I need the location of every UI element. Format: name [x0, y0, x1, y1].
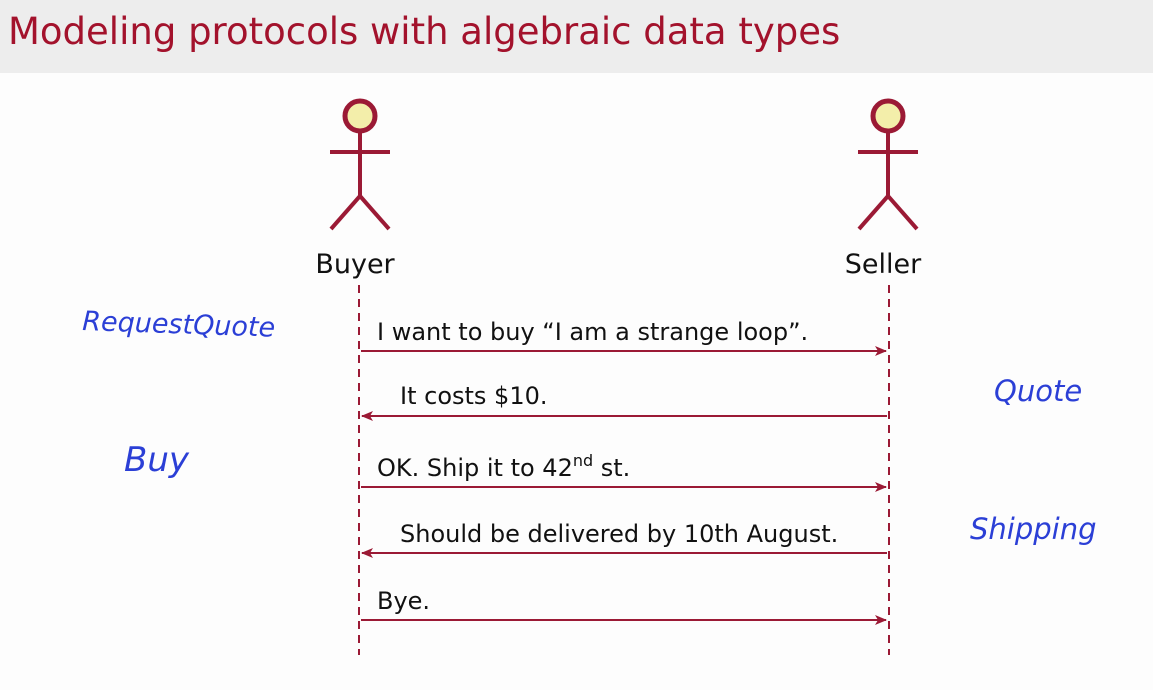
- message-label: Bye.: [377, 587, 430, 615]
- annotation-request-quote: RequestQuote: [82, 306, 276, 344]
- message-label: I want to buy “I am a strange loop”.: [377, 318, 808, 346]
- message-label-end: st.: [593, 454, 630, 482]
- message-label: It costs $10.: [400, 382, 547, 410]
- message-label-main: OK. Ship it to 42: [377, 454, 573, 482]
- message-label-superscript: nd: [573, 451, 593, 470]
- sequence-diagram: Buyer Seller I want to buy “I am a stran…: [82, 98, 1097, 655]
- buyer-label: Buyer: [315, 249, 395, 280]
- seller-actor-head: [870, 98, 906, 134]
- buyer-actor-head: [342, 98, 378, 134]
- buyer-actor-left-leg: [329, 194, 362, 231]
- message-label: Should be delivered by 10th August.: [400, 520, 838, 548]
- buyer-actor-icon: [329, 98, 391, 231]
- buyer-actor-right-leg: [358, 194, 391, 231]
- seller-actor-left-leg: [857, 194, 890, 231]
- slide: Modeling protocols with algebraic data t…: [0, 0, 1153, 690]
- annotation-quote: Quote: [994, 374, 1082, 408]
- annotation-buy: Buy: [124, 440, 190, 480]
- seller-actor-icon: [857, 98, 919, 231]
- annotation-shipping: Shipping: [970, 512, 1097, 546]
- message-label: OK. Ship it to 42nd st.: [377, 451, 630, 482]
- seller-label: Seller: [845, 249, 922, 280]
- seller-actor-right-leg: [886, 194, 919, 231]
